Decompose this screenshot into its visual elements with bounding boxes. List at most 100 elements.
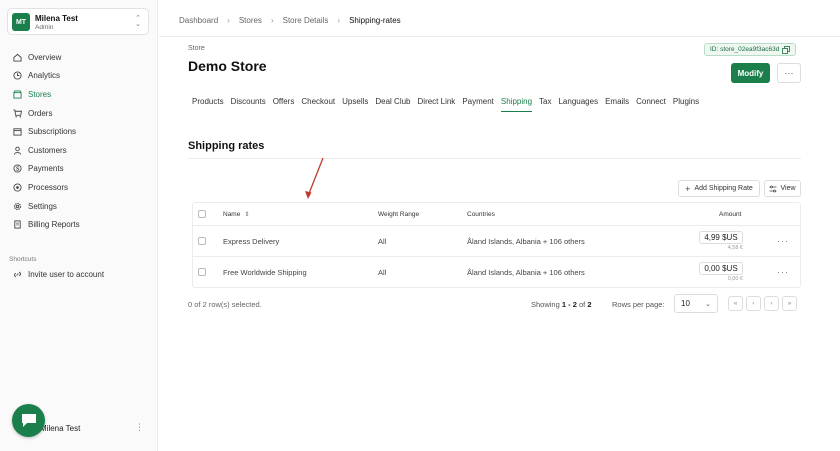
breadcrumb-stores[interactable]: Stores bbox=[239, 16, 262, 25]
last-page-button[interactable]: » bbox=[782, 296, 797, 311]
previous-page-button[interactable]: ‹ bbox=[746, 296, 761, 311]
add-shipping-rate-label: Add Shipping Rate bbox=[694, 185, 753, 192]
cart-icon bbox=[12, 108, 22, 118]
subscriptions-icon bbox=[12, 127, 22, 137]
amount-cell: 4,99 $US 4,58 € bbox=[699, 226, 743, 256]
sidebar-item-label: Subscriptions bbox=[28, 127, 77, 137]
chat-icon bbox=[21, 414, 36, 427]
copy-icon[interactable] bbox=[782, 45, 791, 54]
tab-offers[interactable]: Offers bbox=[273, 97, 295, 112]
row-select-cell bbox=[198, 226, 206, 256]
sidebar-item-label: Analytics bbox=[28, 71, 61, 81]
chevron-up-down-icon: ⌃ ⌄ bbox=[135, 15, 141, 28]
tab-emails[interactable]: Emails bbox=[605, 97, 629, 112]
chevron-right-icon: › bbox=[270, 16, 274, 25]
amount-converted: 0,00 € bbox=[727, 276, 743, 282]
amount-box: 4,99 $US 4,58 € bbox=[699, 231, 743, 251]
row-actions-cell: ··· bbox=[777, 257, 789, 287]
table-header-row: Name ⇕ Weight Range Countries Amount bbox=[193, 203, 800, 225]
store-id-badge[interactable]: ID: store_02ea9f3ac63d bbox=[704, 43, 797, 56]
double-chevron-right-icon: » bbox=[787, 300, 792, 307]
first-page-button[interactable]: « bbox=[728, 296, 743, 311]
sidebar-item-label: Billing Reports bbox=[28, 220, 80, 230]
shortcuts-title: Shortcuts bbox=[9, 256, 37, 263]
row-actions-icon[interactable]: ··· bbox=[777, 267, 789, 277]
next-page-button[interactable]: › bbox=[764, 296, 779, 311]
report-icon bbox=[12, 220, 22, 230]
rows-per-page-select[interactable]: 10 ⌄ bbox=[674, 294, 718, 313]
tab-languages[interactable]: Languages bbox=[558, 97, 598, 112]
shortcut-invite-user[interactable]: Invite user to account bbox=[12, 269, 104, 279]
sidebar-item-label: Processors bbox=[28, 182, 69, 192]
breadcrumb-store-details[interactable]: Store Details bbox=[283, 16, 329, 25]
sidebar-item-analytics[interactable]: Analytics bbox=[8, 67, 150, 86]
row-checkbox[interactable] bbox=[198, 237, 206, 245]
amount-cell: 0,00 $US 0,00 € bbox=[699, 257, 743, 287]
chat-widget-button[interactable] bbox=[12, 404, 45, 437]
chevron-left-icon: ‹ bbox=[752, 300, 755, 307]
rows-per-page-label: Rows per page: bbox=[612, 300, 665, 309]
tab-products[interactable]: Products bbox=[192, 97, 224, 112]
sidebar-item-overview[interactable]: Overview bbox=[8, 48, 150, 67]
select-all-checkbox[interactable] bbox=[198, 210, 206, 218]
chevron-right-icon: › bbox=[337, 16, 341, 25]
store-icon bbox=[12, 89, 22, 99]
column-header-amount: Amount bbox=[719, 210, 742, 218]
amount-field[interactable]: 0,00 $US bbox=[699, 262, 743, 275]
processor-icon bbox=[12, 182, 22, 192]
pagination-controls: « ‹ › » bbox=[728, 296, 797, 311]
clock-icon bbox=[12, 71, 22, 81]
sliders-icon bbox=[769, 185, 777, 192]
ellipsis-icon: ··· bbox=[784, 68, 794, 78]
tab-shipping[interactable]: Shipping bbox=[500, 97, 533, 112]
sidebar-item-customers[interactable]: Customers bbox=[8, 141, 150, 160]
tab-payment[interactable]: Payment bbox=[462, 97, 494, 112]
tab-plugins[interactable]: Plugins bbox=[673, 97, 699, 112]
sidebar-item-orders[interactable]: Orders bbox=[8, 104, 150, 123]
sidebar-item-billing-reports[interactable]: Billing Reports bbox=[8, 215, 150, 234]
breadcrumb-dashboard[interactable]: Dashboard bbox=[179, 16, 218, 25]
sort-icon: ⇕ bbox=[244, 211, 250, 218]
rows-per-page-value: 10 bbox=[681, 299, 690, 308]
tab-discounts[interactable]: Discounts bbox=[231, 97, 266, 112]
chevron-right-icon: › bbox=[770, 300, 773, 307]
view-options-button[interactable]: View bbox=[764, 180, 801, 197]
workspace-switcher[interactable]: MT Milena Test Admin ⌃ ⌄ bbox=[7, 8, 149, 35]
workspace-name: Milena Test bbox=[35, 14, 78, 23]
sidebar-item-subscriptions[interactable]: Subscriptions bbox=[8, 122, 150, 141]
row-select-cell bbox=[198, 257, 206, 287]
modify-button[interactable]: Modify bbox=[731, 63, 770, 83]
tab-direct-link[interactable]: Direct Link bbox=[418, 97, 456, 112]
tab-upsells[interactable]: Upsells bbox=[342, 97, 368, 112]
tab-connect[interactable]: Connect bbox=[636, 97, 666, 112]
sidebar-item-payments[interactable]: Payments bbox=[8, 160, 150, 179]
sidebar-item-stores[interactable]: Stores bbox=[8, 85, 150, 104]
sidebar-item-processors[interactable]: Processors bbox=[8, 178, 150, 197]
user-menu-icon[interactable]: ⋮ bbox=[135, 422, 144, 433]
more-options-button[interactable]: ··· bbox=[777, 63, 801, 83]
shipping-rates-table: Name ⇕ Weight Range Countries Amount Exp… bbox=[192, 202, 801, 288]
showing-total: 2 bbox=[587, 300, 592, 309]
table-row[interactable]: Free Worldwide Shipping All Åland Island… bbox=[193, 256, 800, 287]
workspace-role: Admin bbox=[35, 24, 54, 31]
selected-count: 0 of 2 row(s) selected. bbox=[188, 300, 262, 309]
sidebar-item-settings[interactable]: Settings bbox=[8, 197, 150, 216]
sidebar-item-label: Stores bbox=[28, 89, 52, 99]
row-actions-icon[interactable]: ··· bbox=[777, 236, 789, 246]
amount-field[interactable]: 4,99 $US bbox=[699, 231, 743, 244]
breadcrumb-current: Shipping-rates bbox=[349, 16, 401, 25]
link-icon bbox=[12, 269, 22, 279]
add-shipping-rate-button[interactable]: + Add Shipping Rate bbox=[678, 180, 760, 197]
shipping-rate-name: Free Worldwide Shipping bbox=[223, 267, 307, 277]
tab-deal-club[interactable]: Deal Club bbox=[375, 97, 410, 112]
table-row[interactable]: Express Delivery All Åland Islands, Alba… bbox=[193, 225, 800, 256]
tab-checkout[interactable]: Checkout bbox=[301, 97, 335, 112]
row-checkbox[interactable] bbox=[198, 268, 206, 276]
sidebar-item-label: Settings bbox=[28, 201, 57, 211]
plus-icon: + bbox=[685, 183, 691, 194]
tab-tax[interactable]: Tax bbox=[539, 97, 551, 112]
column-header-name[interactable]: Name ⇕ bbox=[223, 203, 249, 225]
user-footer[interactable]: Milena Test ⋮ bbox=[12, 404, 148, 437]
gear-icon bbox=[12, 201, 22, 211]
shipping-rate-weight: All bbox=[378, 236, 387, 246]
